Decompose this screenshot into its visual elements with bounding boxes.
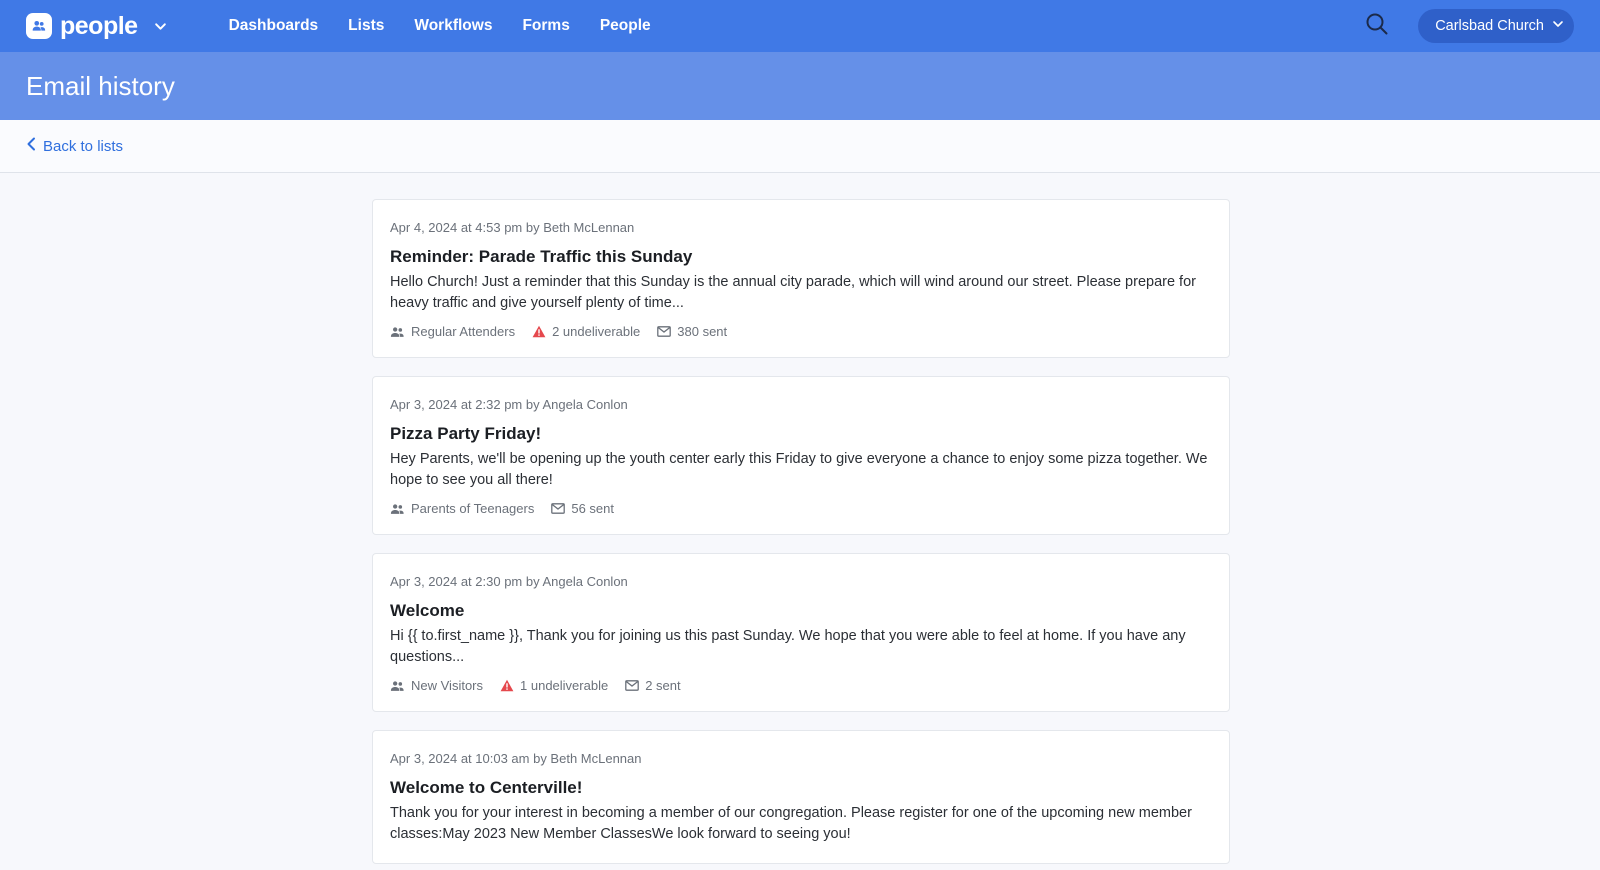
search-button[interactable] xyxy=(1362,11,1392,41)
email-card[interactable]: Apr 3, 2024 at 2:30 pm by Angela Conlon … xyxy=(372,553,1230,712)
main-nav: Dashboards Lists Workflows Forms People xyxy=(229,17,651,35)
recipient-list: New Visitors xyxy=(390,678,483,693)
chevron-left-icon xyxy=(26,137,36,155)
email-preview: Hey Parents, we'll be opening up the you… xyxy=(390,451,1208,488)
sent-count: 2 sent xyxy=(625,678,681,693)
sent-label: 2 sent xyxy=(645,678,681,693)
sent-count: 56 sent xyxy=(551,501,614,516)
email-card[interactable]: Apr 3, 2024 at 10:03 am by Beth McLennan… xyxy=(372,730,1230,864)
recipient-list-name: New Visitors xyxy=(411,678,484,693)
email-card[interactable]: Apr 4, 2024 at 4:53 pm by Beth McLennan … xyxy=(372,199,1230,358)
recipient-list: Parents of Teenagers xyxy=(390,501,534,516)
envelope-icon xyxy=(657,326,672,337)
back-link-label: Back to lists xyxy=(43,137,124,155)
nav-lists[interactable]: Lists xyxy=(348,17,384,35)
email-history-list: Apr 4, 2024 at 4:53 pm by Beth McLennan … xyxy=(372,199,1230,864)
email-meta: Apr 4, 2024 at 4:53 pm by Beth McLennan xyxy=(390,220,635,235)
email-subject: Reminder: Parade Traffic this Sunday xyxy=(390,247,693,266)
people-group-icon xyxy=(390,326,404,337)
warning-icon xyxy=(500,679,514,692)
nav-forms[interactable]: Forms xyxy=(522,17,569,35)
recipient-list-name: Parents of Teenagers xyxy=(411,501,535,516)
email-preview: Thank you for your interest in becoming … xyxy=(390,805,1192,842)
undeliverable-label: 1 undeliverable xyxy=(520,678,609,693)
search-icon xyxy=(1365,12,1389,41)
nav-workflows[interactable]: Workflows xyxy=(414,17,492,35)
chevron-down-icon xyxy=(1552,18,1564,34)
back-to-lists-link[interactable]: Back to lists xyxy=(26,137,123,155)
email-meta: Apr 3, 2024 at 10:03 am by Beth McLennan xyxy=(390,751,642,766)
undeliverable-label: 2 undeliverable xyxy=(552,324,641,339)
undeliverable-count: 1 undeliverable xyxy=(500,678,608,693)
nav-people[interactable]: People xyxy=(600,17,651,35)
page-header: Email history xyxy=(0,52,1600,120)
warning-icon xyxy=(532,325,546,338)
nav-dashboards[interactable]: Dashboards xyxy=(229,17,319,35)
chevron-down-icon xyxy=(154,20,167,33)
email-subject: Pizza Party Friday! xyxy=(390,424,542,443)
breadcrumb-bar: Back to lists xyxy=(0,120,1600,173)
sent-label: 380 sent xyxy=(677,324,728,339)
organization-switcher[interactable]: Carlsbad Church xyxy=(1418,9,1574,43)
email-subject: Welcome xyxy=(390,601,465,620)
envelope-icon xyxy=(551,503,566,514)
undeliverable-count: 2 undeliverable xyxy=(532,324,640,339)
email-meta: Apr 3, 2024 at 2:32 pm by Angela Conlon xyxy=(390,397,628,412)
people-group-icon xyxy=(390,680,404,691)
sent-count: 380 sent xyxy=(657,324,727,339)
recipient-list: Regular Attenders xyxy=(390,324,515,339)
email-stats: Regular Attenders 2 undeliverable 380 se… xyxy=(390,324,1212,339)
email-subject: Welcome to Centerville! xyxy=(390,778,583,797)
email-stats: New Visitors 1 undeliverable 2 sent xyxy=(390,678,1212,693)
people-logo-icon xyxy=(26,13,52,39)
email-preview: Hello Church! Just a reminder that this … xyxy=(390,274,1196,311)
email-stats: Parents of Teenagers 56 sent xyxy=(390,501,1212,516)
email-card[interactable]: Apr 3, 2024 at 2:32 pm by Angela Conlon … xyxy=(372,376,1230,535)
recipient-list-name: Regular Attenders xyxy=(411,324,516,339)
email-meta: Apr 3, 2024 at 2:30 pm by Angela Conlon xyxy=(390,574,628,589)
envelope-icon xyxy=(625,680,640,691)
organization-name: Carlsbad Church xyxy=(1435,18,1544,34)
sent-label: 56 sent xyxy=(571,501,614,516)
app-name: people xyxy=(60,11,138,40)
app-switcher[interactable]: people xyxy=(26,12,167,41)
people-group-icon xyxy=(390,503,404,514)
top-navbar: people Dashboards Lists Workflows Forms … xyxy=(0,0,1600,52)
email-preview: Hi {{ to.first_name }}, Thank you for jo… xyxy=(390,628,1186,665)
page-title: Email history xyxy=(26,70,175,101)
